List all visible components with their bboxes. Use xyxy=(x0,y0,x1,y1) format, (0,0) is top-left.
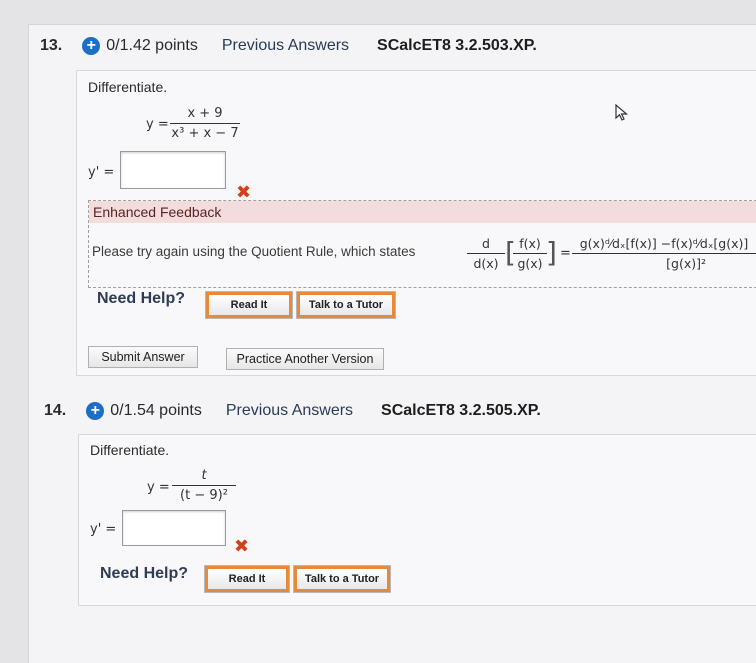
q13-previous-answers-link[interactable]: Previous Answers xyxy=(222,37,349,55)
q14-yprime-label: y' = xyxy=(90,522,117,537)
q14-points: 0/1.54 points xyxy=(110,402,202,419)
q14-function-fraction: t (t − 9)² xyxy=(172,468,236,503)
q13-need-help: Need Help? xyxy=(97,290,186,307)
right-bracket: ] xyxy=(546,236,557,269)
q13-points: 0/1.42 points xyxy=(106,37,198,54)
expand-plus-icon[interactable]: + xyxy=(82,37,101,55)
q14-numerator: t xyxy=(201,468,207,483)
rule-equals: = xyxy=(560,246,571,261)
q13-answer-input[interactable] xyxy=(120,151,226,189)
rule-lhs-fraction: d d(x) xyxy=(467,236,505,271)
q13-instruction: Differentiate. xyxy=(88,79,168,95)
q13-source: SCalcET8 3.2.503.XP. xyxy=(377,37,537,54)
q13-denominator: x³ + x − 7 xyxy=(171,126,239,141)
feedback-text: Please try again using the Quotient Rule… xyxy=(92,244,416,259)
rule-rhs-num: g(x)ᵈ⁄dₓ[f(x)] −f(x)ᵈ⁄dₓ[g(x)] xyxy=(579,236,749,251)
rule-inner-den: g(x) xyxy=(517,256,543,271)
rule-inner-fraction: f(x) g(x) xyxy=(513,236,547,271)
feedback-title: Enhanced Feedback xyxy=(89,201,756,223)
rule-inner-num: f(x) xyxy=(519,236,541,251)
q14-y-label: y = xyxy=(147,480,170,495)
q13-number: 13. xyxy=(40,37,63,54)
q14-source: SCalcET8 3.2.505.XP. xyxy=(381,402,541,419)
q14-header: 14. + 0/1.54 points Previous Answers SCa… xyxy=(44,402,541,420)
q13-yprime-label: y' = xyxy=(88,165,115,180)
q13-talk-to-tutor-button[interactable]: Talk to a Tutor xyxy=(296,291,396,319)
incorrect-x-icon: ✖ xyxy=(234,536,250,556)
q13-header: 13. + 0/1.42 points Previous Answers SCa… xyxy=(40,37,537,55)
q13-function-fraction: x + 9 x³ + x − 7 xyxy=(170,106,240,141)
rule-lhs-num: d xyxy=(482,236,490,251)
rule-lhs-den: d(x) xyxy=(473,256,499,271)
q13-y-label: y = xyxy=(146,117,169,132)
q14-read-it-button[interactable]: Read It xyxy=(204,565,290,593)
q14-talk-to-tutor-button[interactable]: Talk to a Tutor xyxy=(293,565,391,593)
q14-answer-input[interactable] xyxy=(122,510,226,546)
rule-rhs-fraction: g(x)ᵈ⁄dₓ[f(x)] −f(x)ᵈ⁄dₓ[g(x)] [g(x)]² xyxy=(572,236,756,271)
q13-read-it-button[interactable]: Read It xyxy=(205,291,293,319)
q13-numerator: x + 9 xyxy=(187,106,223,121)
q14-number: 14. xyxy=(44,402,67,419)
q14-instruction: Differentiate. xyxy=(90,442,170,458)
q14-denominator: (t − 9)² xyxy=(180,488,228,503)
submit-answer-button[interactable]: Submit Answer xyxy=(88,346,198,368)
q14-previous-answers-link[interactable]: Previous Answers xyxy=(226,402,353,420)
page: 13. + 0/1.42 points Previous Answers SCa… xyxy=(0,0,756,663)
rule-rhs-den: [g(x)]² xyxy=(666,256,706,271)
practice-another-version-button[interactable]: Practice Another Version xyxy=(226,348,384,370)
expand-plus-icon[interactable]: + xyxy=(86,402,105,420)
mouse-cursor-icon xyxy=(615,104,629,121)
q14-need-help: Need Help? xyxy=(100,565,189,582)
